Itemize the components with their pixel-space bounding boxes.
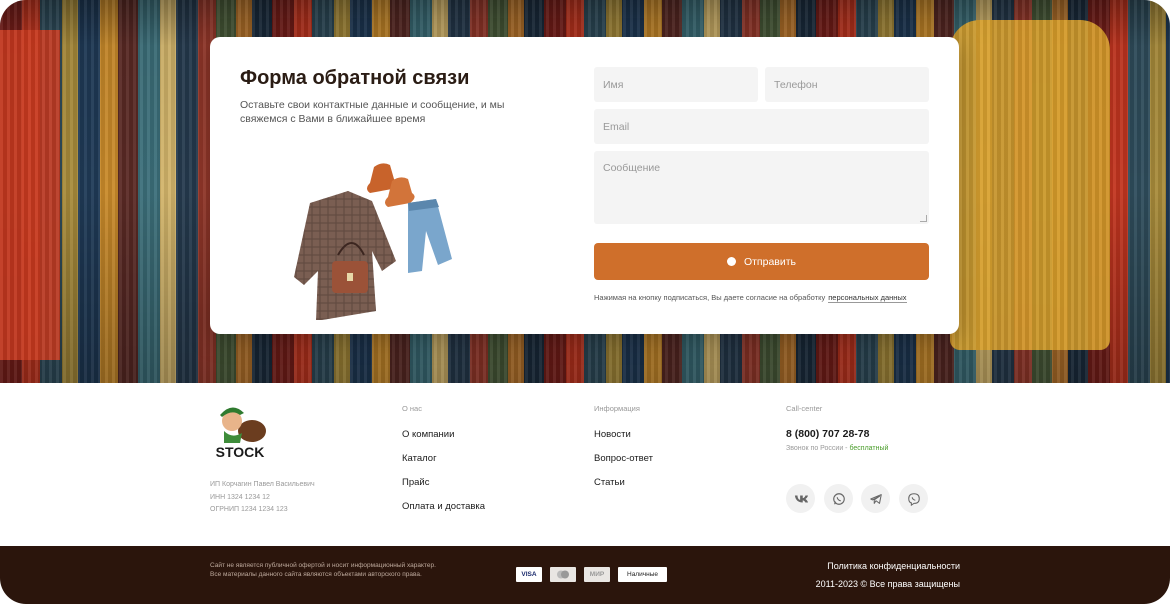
vk-icon[interactable] (786, 484, 815, 513)
call-free-text: бесплатный (849, 445, 889, 452)
about-heading: О нас (402, 404, 422, 413)
personal-data-link[interactable]: персональных данных (828, 293, 907, 303)
link-price[interactable]: Прайс (402, 477, 429, 488)
legal-inn: ИНН 1324 1234 12 (210, 493, 270, 501)
phone-number[interactable]: 8 (800) 707 28-78 (786, 428, 869, 440)
call-note: Звонок по России - бесплатный (786, 445, 888, 452)
legal-name: ИП Корчагин Павел Васильевич (210, 481, 315, 488)
call-center-heading: Call-center (786, 404, 823, 413)
mastercard-icon (550, 567, 576, 582)
page: Форма обратной связи Оставьте свои конта… (0, 0, 1170, 604)
stock-logo[interactable]: STOCK (210, 399, 270, 461)
footer: STOCK ИП Корчагин Павел Васильевич ИНН 1… (0, 383, 1170, 546)
dot-icon (726, 257, 736, 266)
legal-ogrnip: ОГРНИП 1234 1234 123 (210, 506, 288, 513)
link-articles[interactable]: Статьи (594, 477, 625, 488)
call-note-text: Звонок по России - (786, 445, 850, 452)
viber-icon[interactable] (899, 484, 928, 513)
resize-handle-icon[interactable] (920, 215, 927, 222)
visa-icon: VISA (516, 567, 542, 582)
logo-text: STOCK (216, 444, 265, 460)
feedback-form-card: Форма обратной связи Оставьте свои конта… (210, 37, 959, 334)
telegram-icon[interactable] (861, 484, 890, 513)
link-payment-delivery[interactable]: Оплата и доставка (402, 501, 485, 512)
cash-badge: Наличные (618, 567, 667, 582)
copyright-disclaimer: Сайт не является публичной офертой и нос… (210, 562, 436, 578)
link-news[interactable]: Новости (594, 429, 631, 440)
message-placeholder: Сообщение (603, 162, 661, 174)
submit-label: Отправить (743, 255, 797, 268)
company-legal: ИП Корчагин Павел Васильевич ИНН 1324 12… (210, 479, 315, 517)
email-field[interactable]: Email (594, 109, 929, 144)
privacy-policy-link[interactable]: Политика конфиденциальности (827, 561, 960, 571)
link-about-company[interactable]: О компании (402, 429, 454, 440)
whatsapp-icon[interactable] (824, 484, 853, 513)
consent-text: Нажимая на кнопку подписаться, Вы даете … (594, 293, 826, 302)
name-field[interactable]: Имя (594, 67, 758, 102)
link-catalog[interactable]: Каталог (402, 453, 437, 464)
copyright: 2011-2023 © Все права защищены (815, 579, 960, 589)
phone-field[interactable]: Телефон (765, 67, 929, 102)
background-clothing (0, 30, 60, 360)
mir-icon: МИР (584, 567, 610, 582)
consent-note: Нажимая на кнопку подписаться, Вы даете … (594, 293, 907, 303)
link-faq[interactable]: Вопрос-ответ (594, 453, 653, 464)
form-title: Форма обратной связи (240, 67, 470, 89)
form-subtitle: Оставьте свои контактные данные и сообще… (240, 99, 505, 125)
bottom-bar: Сайт не является публичной офертой и нос… (0, 546, 1170, 604)
info-heading: Информация (594, 404, 640, 413)
clothes-illustration (294, 163, 452, 320)
submit-button[interactable]: Отправить (594, 243, 929, 280)
message-field[interactable]: Сообщение (594, 151, 929, 224)
background-clothing (950, 20, 1110, 350)
